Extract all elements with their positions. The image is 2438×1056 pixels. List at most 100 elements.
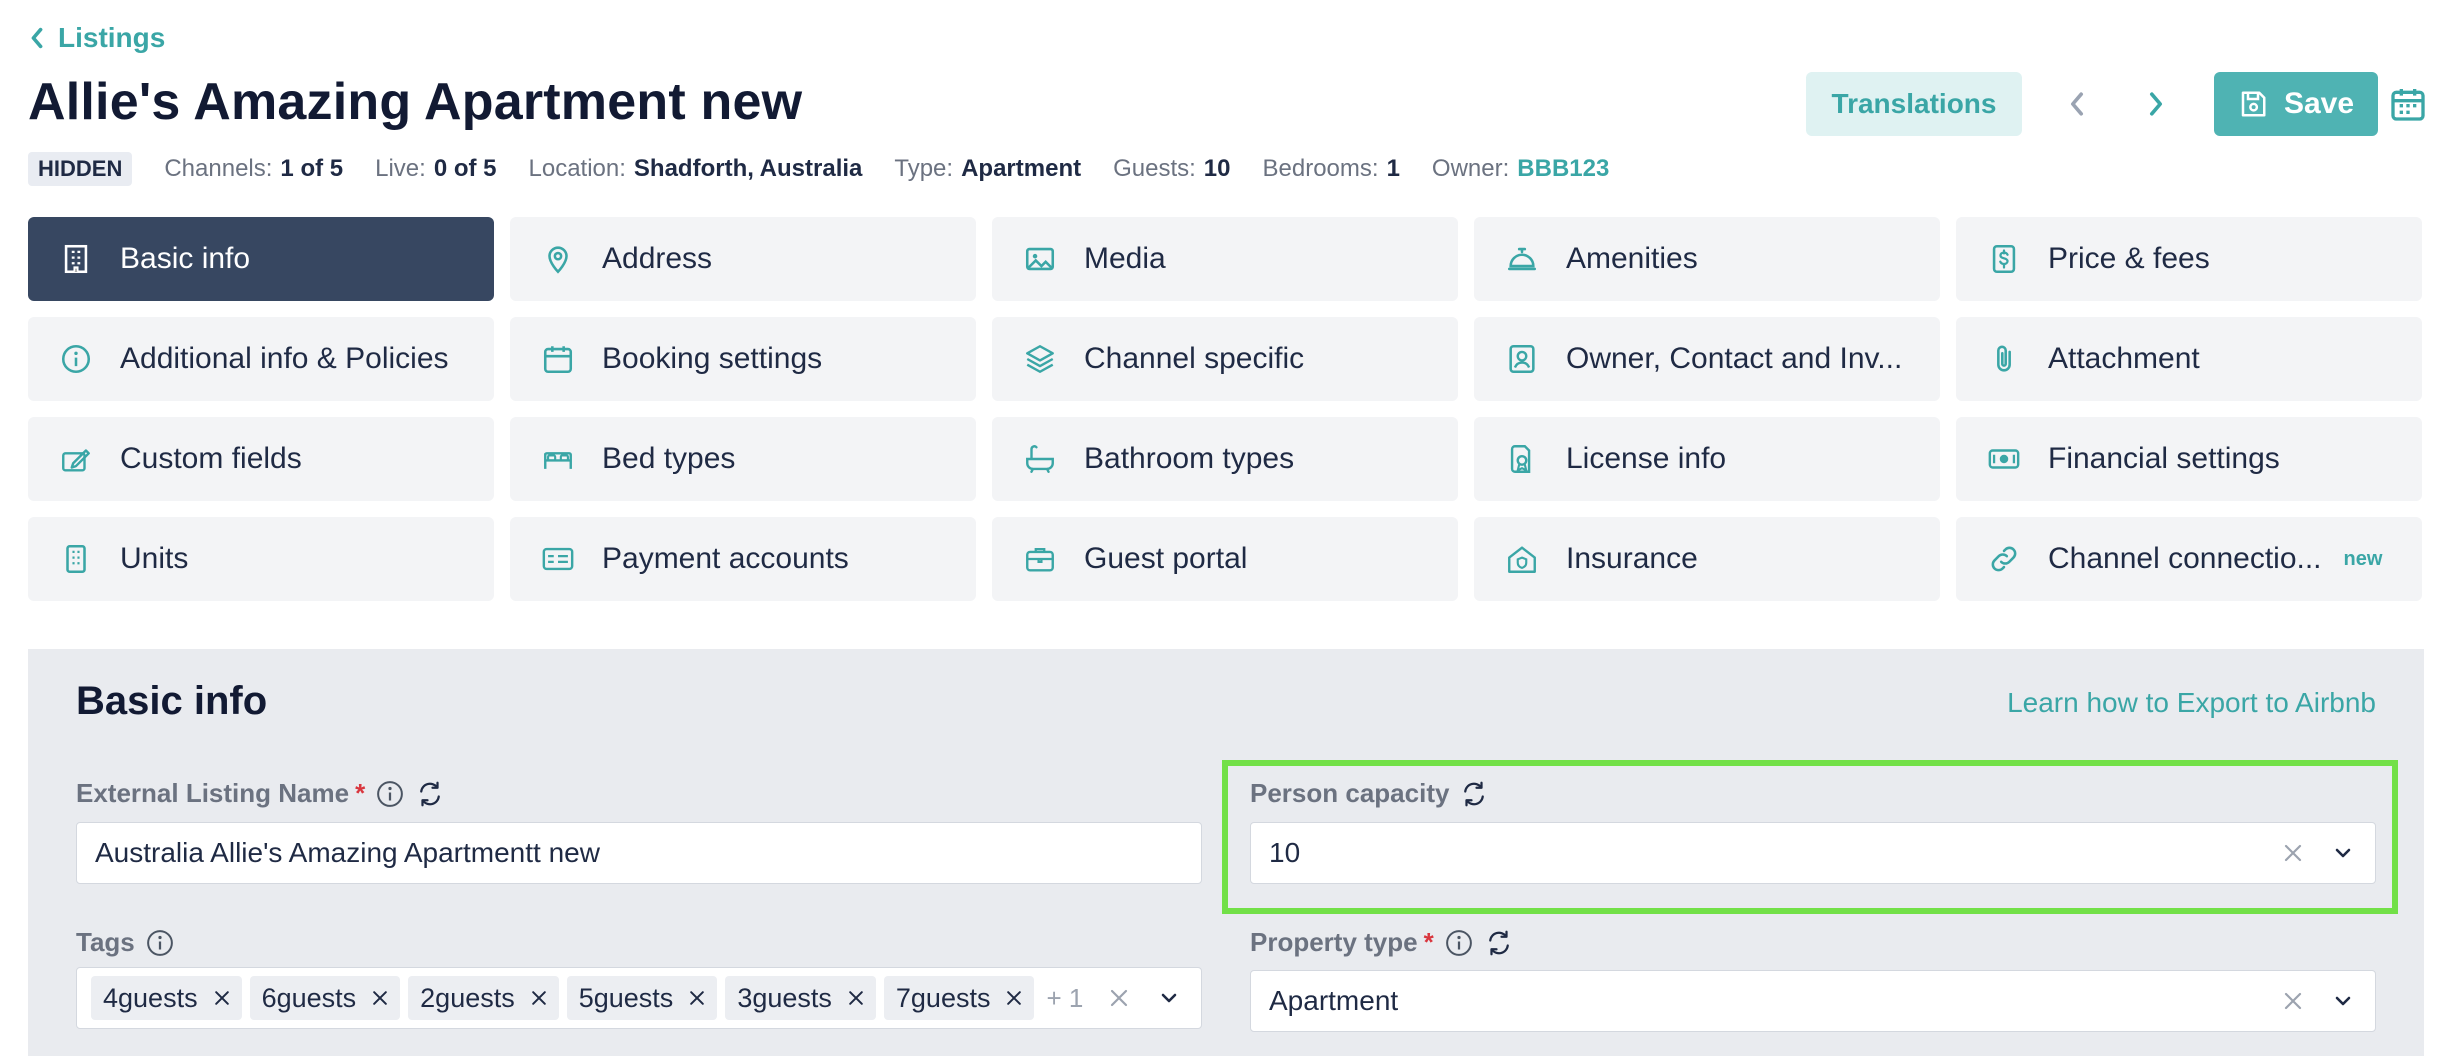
chevron-left-icon xyxy=(31,27,43,49)
tab-label: Attachment xyxy=(2048,342,2200,375)
meta-channels-label: Channels: xyxy=(164,155,273,182)
owner-link[interactable]: BBB123 xyxy=(1517,155,1609,183)
tab-channel-specific[interactable]: Channel specific xyxy=(992,317,1458,401)
tab-label: Custom fields xyxy=(120,442,302,475)
tab-media[interactable]: Media xyxy=(992,217,1458,301)
new-badge: new xyxy=(2343,547,2383,570)
meta-type-value: Apartment xyxy=(961,155,1082,182)
learn-export-airbnb-link[interactable]: Learn how to Export to Airbnb xyxy=(2007,687,2376,719)
status-badge: HIDDEN xyxy=(28,152,133,186)
page-title: Allie's Amazing Apartment new xyxy=(28,73,803,131)
tab-amenities[interactable]: Amenities xyxy=(1474,217,1940,301)
tag-chip: 7guests xyxy=(883,976,1035,1020)
map-pin-icon xyxy=(548,246,568,274)
tag-label: 4guests xyxy=(103,982,198,1013)
tab-units[interactable]: Units xyxy=(28,517,494,601)
building-icon xyxy=(64,244,88,274)
clear-icon[interactable] xyxy=(1107,986,1131,1010)
tab-bed-types[interactable]: Bed types xyxy=(510,417,976,501)
image-icon xyxy=(1025,247,1055,271)
tab-label: Insurance xyxy=(1566,542,1698,575)
external-listing-name-label: External Listing Name * xyxy=(76,778,445,809)
previous-listing-button[interactable] xyxy=(2053,80,2101,128)
required-mark: * xyxy=(355,778,366,808)
layers-icon xyxy=(1026,345,1054,373)
save-button[interactable]: Save xyxy=(2214,72,2378,136)
link-icon xyxy=(1991,546,2017,572)
meta-bedrooms-value: 1 xyxy=(1386,155,1400,182)
save-label: Save xyxy=(2283,87,2355,120)
info-icon[interactable] xyxy=(145,928,175,958)
meta-channels-value: 1 of 5 xyxy=(280,155,344,182)
info-icon[interactable] xyxy=(375,779,405,809)
tab-owner-contact-and-inv[interactable]: Owner, Contact and Inv... xyxy=(1474,317,1940,401)
tab-label: Address xyxy=(602,242,713,275)
tab-label: Owner, Contact and Inv... xyxy=(1566,342,1903,375)
tab-booking-settings[interactable]: Booking settings xyxy=(510,317,976,401)
clear-icon[interactable] xyxy=(2281,989,2305,1013)
tab-attachment[interactable]: Attachment xyxy=(1956,317,2422,401)
tags-label-text: Tags xyxy=(76,927,135,957)
meta-type: Type: Apartment xyxy=(894,155,1081,183)
property-type-label-text: Property type xyxy=(1250,927,1418,957)
tab-insurance[interactable]: Insurance xyxy=(1474,517,1940,601)
chevron-down-icon[interactable] xyxy=(2331,989,2355,1013)
info-icon xyxy=(61,344,91,374)
license-icon xyxy=(1510,445,1531,473)
remove-tag-icon[interactable] xyxy=(846,988,866,1008)
meta-bedrooms-label: Bedrooms: xyxy=(1262,155,1379,182)
meta-guests-value: 10 xyxy=(1203,155,1231,182)
listing-meta-row: HIDDEN Channels: 1 of 5 Live: 0 of 5 Locat… xyxy=(28,152,1641,186)
tags-multiselect[interactable]: 4guests 6guests 2guests 5guests 3guests 7gues… xyxy=(76,967,1202,1029)
section-tabs-grid: Basic info Address Media Amenities Price & f… xyxy=(28,217,2424,601)
sync-icon[interactable] xyxy=(1484,928,1514,958)
sync-icon[interactable] xyxy=(415,779,445,809)
tab-price-fees[interactable]: Price & fees xyxy=(1956,217,2422,301)
tab-icon-wrap xyxy=(1022,541,1058,577)
tab-additional-info-policies[interactable]: Additional info & Policies xyxy=(28,317,494,401)
listing-editor-page: Listings Allie's Amazing Apartment new H… xyxy=(0,0,2438,1056)
property-type-select[interactable]: Apartment xyxy=(1250,970,2376,1032)
remove-tag-icon[interactable] xyxy=(370,988,390,1008)
tab-guest-portal[interactable]: Guest portal xyxy=(992,517,1458,601)
contact-icon xyxy=(1509,344,1535,374)
apartment-icon xyxy=(66,544,86,574)
bed-icon xyxy=(544,452,572,469)
tab-bathroom-types[interactable]: Bathroom types xyxy=(992,417,1458,501)
external-listing-name-input[interactable]: Australia Allie's Amazing Apartmentt new xyxy=(76,822,1202,884)
tab-channel-connectio[interactable]: Channel connectio... new xyxy=(1956,517,2422,601)
meta-live-label: Live: xyxy=(375,155,426,182)
tab-icon-wrap xyxy=(1504,441,1540,477)
tab-icon-wrap xyxy=(1022,341,1058,377)
tab-basic-info[interactable]: Basic info xyxy=(28,217,494,301)
banknote-icon xyxy=(1988,449,2020,469)
remove-tag-icon[interactable] xyxy=(529,988,549,1008)
tab-financial-settings[interactable]: Financial settings xyxy=(1956,417,2422,501)
remove-tag-icon[interactable] xyxy=(687,988,707,1008)
tab-icon-wrap xyxy=(1504,241,1540,277)
remove-tag-icon[interactable] xyxy=(212,988,232,1008)
tab-icon-wrap xyxy=(1986,241,2022,277)
tab-label: Units xyxy=(120,542,189,575)
tab-label: Financial settings xyxy=(2048,442,2280,475)
next-listing-button[interactable] xyxy=(2132,80,2180,128)
tab-address[interactable]: Address xyxy=(510,217,976,301)
required-mark: * xyxy=(1423,927,1434,957)
tab-custom-fields[interactable]: Custom fields xyxy=(28,417,494,501)
tab-label: Channel specific xyxy=(1084,342,1305,375)
back-to-listings-link[interactable]: Listings xyxy=(28,22,165,54)
info-icon[interactable] xyxy=(1444,928,1474,958)
meta-type-label: Type: xyxy=(894,155,954,182)
floppy-disk-icon xyxy=(2241,91,2266,117)
tags-more-count[interactable]: + 1 xyxy=(1046,983,1083,1014)
tags-label: Tags xyxy=(76,927,175,958)
tab-license-info[interactable]: License info xyxy=(1474,417,1940,501)
chevron-down-icon[interactable] xyxy=(1157,986,1181,1010)
translations-button[interactable]: Translations xyxy=(1806,72,2022,136)
remove-tag-icon[interactable] xyxy=(1004,988,1024,1008)
tab-payment-accounts[interactable]: Payment accounts xyxy=(510,517,976,601)
property-type-value: Apartment xyxy=(1269,985,1399,1016)
back-label: Listings xyxy=(58,22,166,53)
tag-label: 6guests xyxy=(261,982,357,1013)
calendar-button[interactable] xyxy=(2388,82,2428,126)
